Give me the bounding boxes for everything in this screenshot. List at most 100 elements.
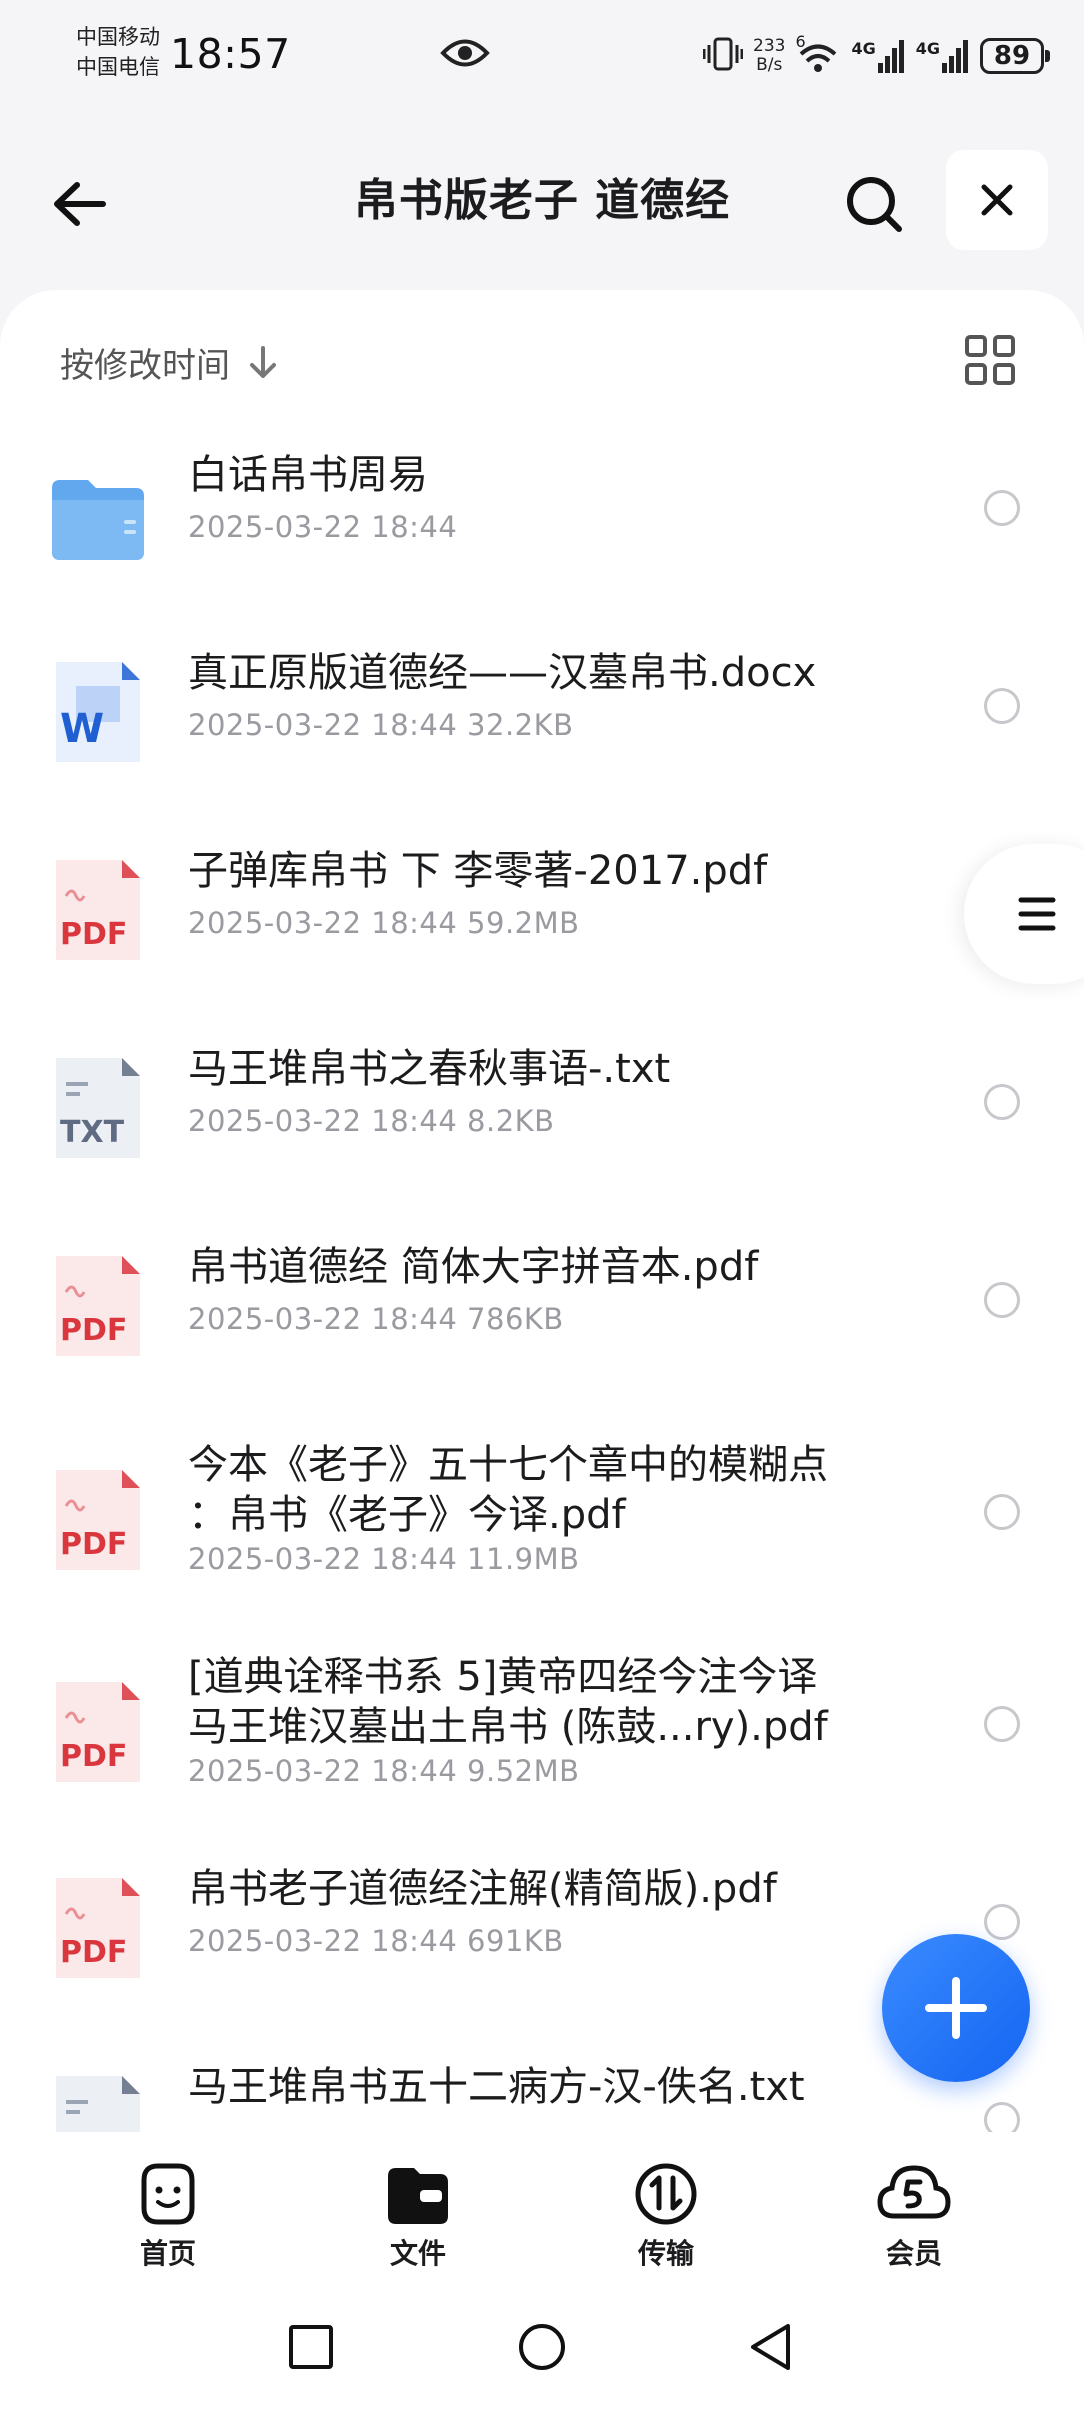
signal-2-label: 4G [915,39,940,58]
add-button[interactable] [882,1934,1030,2082]
word-file-icon: W [50,658,146,766]
signal-1-label: 4G [851,39,876,58]
plus-icon [925,1977,987,2039]
file-row[interactable]: PDF 子弹库帛书 下 李零著-2017.pdf 2025-03-22 18:44 … [0,836,1084,1034]
nav-tab-files[interactable]: 文件 [338,2162,498,2272]
network-speed-unit: B/s [756,55,783,75]
txt-file-icon: TXT [50,2072,146,2132]
search-button[interactable] [836,166,912,242]
nav-tab-home[interactable]: 首页 [88,2162,248,2272]
home-face-icon [141,2163,195,2225]
home-button[interactable] [507,2312,577,2382]
file-meta: 2025-03-22 18:44 32.2KB [188,708,574,742]
pdf-file-icon: PDF [50,1252,146,1360]
network-speed: 233 B/s [753,37,785,75]
nav-tab-label: 传输 [637,2237,694,2270]
arrow-left-icon [54,182,106,226]
txt-file-icon: TXT [50,1054,146,1162]
nav-tab-label: 会员 [885,2237,942,2270]
pdf-file-icon: PDF [50,1678,146,1786]
file-type-badge: PDF [60,1739,128,1774]
vibrate-icon [702,36,744,76]
system-navigation-bar [0,2282,1084,2412]
file-info: 真正原版道德经——汉墓帛书.docx 2025-03-22 18:44 32.2K… [188,648,924,742]
file-meta: 2025-03-22 18:44 11.9MB [188,1542,580,1576]
network-speed-value: 233 [753,36,786,56]
back-button[interactable] [44,168,116,240]
file-name: 真正原版道德经——汉墓帛书.docx [188,650,817,696]
file-meta: 2025-03-22 18:44 9.52MB [188,1754,580,1788]
search-icon [847,177,902,232]
file-type-badge: PDF [60,1935,128,1970]
wifi-badge: 6 [795,32,806,51]
file-name: 帛书老子道德经注解(精简版).pdf [188,1866,777,1912]
nav-tab-label: 首页 [139,2237,196,2270]
file-type-badge: W [60,706,105,752]
folder-icon [50,460,146,568]
file-meta: 2025-03-22 18:44 786KB [188,1302,564,1336]
file-name: 子弹库帛书 下 李零著-2017.pdf [188,848,768,894]
select-radio[interactable] [984,1904,1020,1940]
grid-view-toggle[interactable] [964,334,1016,386]
transfer-icon [635,2163,697,2225]
file-name: 白话帛书周易 [188,452,428,498]
file-name: 帛书道德经 简体大字拼音本.pdf [188,1244,759,1290]
file-info: 帛书道德经 简体大字拼音本.pdf 2025-03-22 18:44 786KB [188,1242,924,1336]
file-row[interactable]: PDF 今本《老子》五十七个章中的模糊点 ：帛书《老子》今译.pdf 2025-03… [0,1430,1084,1642]
folder-filled-icon [388,2168,448,2224]
grid-view-icon [965,335,1015,385]
file-name: 马王堆帛书五十二病方-汉-佚名.txt [188,2064,805,2110]
eye-icon [440,36,490,74]
file-info: 帛书老子道德经注解(精简版).pdf 2025-03-22 18:44 691KB [188,1864,924,1958]
wifi-icon: 6 [795,32,841,76]
file-info: 马王堆帛书五十二病方-汉-佚名.txt [188,2062,924,2122]
arrow-down-icon [250,345,276,378]
status-bar: 中国移动 中国电信 18:57 233 B/s 6 4G 4G 89 [0,0,1084,120]
file-type-badge: TXT [60,1115,125,1150]
recent-apps-button[interactable] [276,2312,346,2382]
select-radio[interactable] [984,688,1020,724]
sort-control[interactable]: 按修改时间 [60,338,278,387]
pdf-file-icon: PDF [50,1466,146,1574]
select-radio[interactable] [984,1494,1020,1530]
file-row[interactable]: PDF 帛书道德经 简体大字拼音本.pdf 2025-03-22 18:44 786… [0,1232,1084,1430]
file-type-badge: PDF [60,917,128,952]
nav-tab-label: 文件 [389,2237,446,2270]
file-name: [道典诠释书系 5]黄帝四经今注今译 马王堆汉墓出土帛书 (陈鼓...ry).p… [188,1654,828,1750]
file-info: 白话帛书周易 2025-03-22 18:44 [188,450,924,544]
file-row[interactable]: TXT 马王堆帛书之春秋事语-.txt 2025-03-22 18:44 8.2KB [0,1034,1084,1232]
file-list: 白话帛书周易 2025-03-22 18:44 W 真正原版道德经——汉墓帛书.doc… [0,440,1084,2132]
carrier-names: 中国移动 中国电信 [76,22,160,82]
file-row[interactable]: 白话帛书周易 2025-03-22 18:44 [0,440,1084,638]
membership-cloud-icon [877,2165,951,2219]
select-radio[interactable] [984,2102,1020,2132]
select-radio[interactable] [984,1706,1020,1742]
select-radio[interactable] [984,1282,1020,1318]
file-row[interactable]: PDF [道典诠释书系 5]黄帝四经今注今译 马王堆汉墓出土帛书 (陈鼓...ry… [0,1642,1084,1854]
select-radio[interactable] [984,1084,1020,1120]
home-circle-icon [519,2324,565,2370]
recent-apps-icon [289,2325,333,2369]
close-button[interactable] [946,150,1048,250]
file-meta: 2025-03-22 18:44 691KB [188,1924,564,1958]
sort-label: 按修改时间 [60,346,230,386]
page-title: 帛书版老子 道德经 [353,175,731,226]
nav-tab-membership[interactable]: 会员 [834,2162,994,2272]
status-indicators: 233 B/s 6 4G 4G 89 [702,28,1050,84]
back-system-button[interactable] [736,2312,806,2382]
bottom-navigation: 首页 文件 传输 会员 [0,2132,1084,2282]
file-info: 子弹库帛书 下 李零著-2017.pdf 2025-03-22 18:44 59.… [188,846,924,940]
file-type-badge: PDF [60,1527,128,1562]
file-meta: 2025-03-22 18:44 8.2KB [188,1104,555,1138]
battery-icon: 89 [980,38,1050,74]
carrier-1: 中国移动 [76,25,160,49]
clock: 18:57 [170,30,291,78]
carrier-2: 中国电信 [76,55,160,79]
top-bar: 帛书版老子 道德经 [0,140,1084,260]
file-row[interactable]: W 真正原版道德经——汉墓帛书.docx 2025-03-22 18:44 32.2… [0,638,1084,836]
cell-signal-icon: 4G [916,39,970,73]
select-radio[interactable] [984,490,1020,526]
nav-tab-transfer[interactable]: 传输 [586,2162,746,2272]
file-name: 今本《老子》五十七个章中的模糊点 ：帛书《老子》今译.pdf [188,1442,828,1538]
close-icon [981,184,1013,216]
